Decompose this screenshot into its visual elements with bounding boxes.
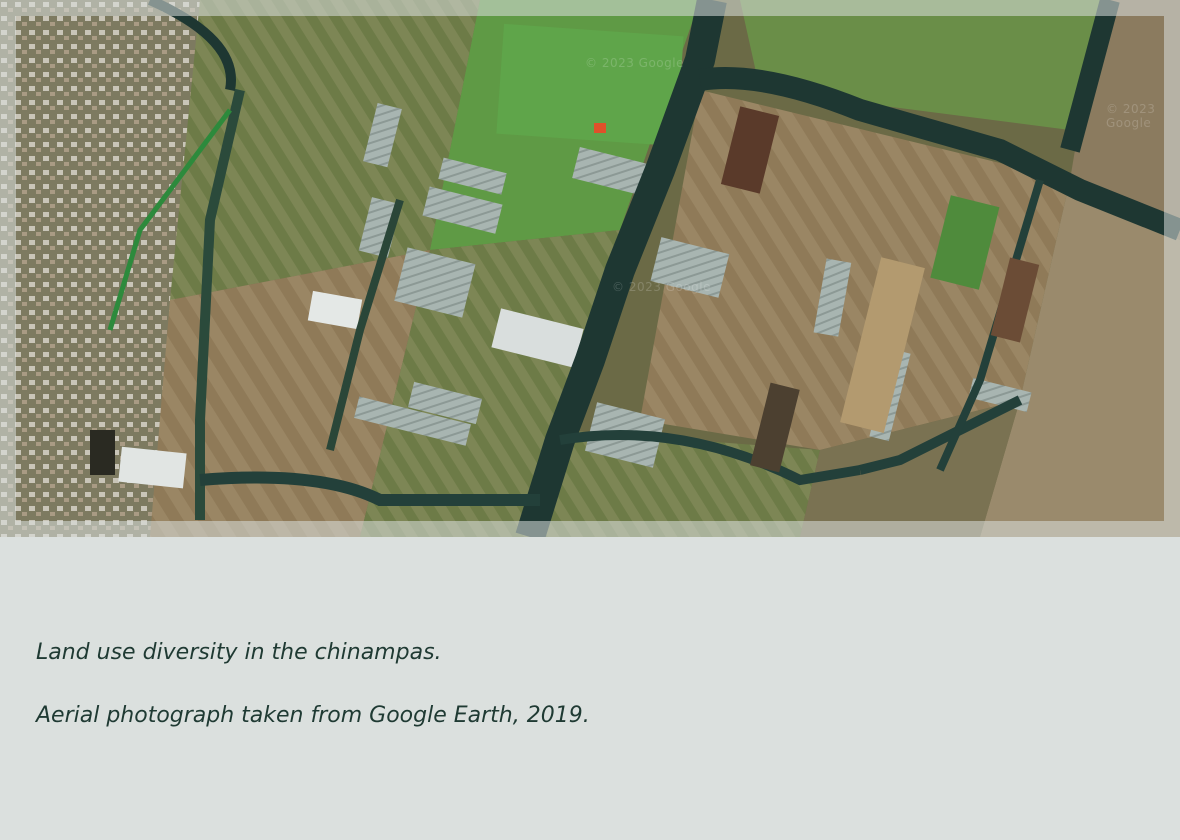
page: © 2023 Google © 2023 Google © 2023 Googl…	[0, 0, 1180, 840]
google-watermark: © 2023 Google	[1106, 102, 1156, 130]
figure-caption: Land use diversity in the chinampas. Aer…	[36, 640, 590, 730]
aerial-photograph: © 2023 Google © 2023 Google © 2023 Googl…	[0, 0, 1180, 537]
aerial-photograph-drawing	[0, 0, 1180, 537]
caption-source: Aerial photograph taken from Google Eart…	[36, 703, 590, 729]
google-watermark: © 2023 Google	[585, 56, 684, 70]
google-watermark: © 2023 Google	[612, 280, 711, 294]
caption-title: Land use diversity in the chinampas.	[36, 640, 442, 665]
